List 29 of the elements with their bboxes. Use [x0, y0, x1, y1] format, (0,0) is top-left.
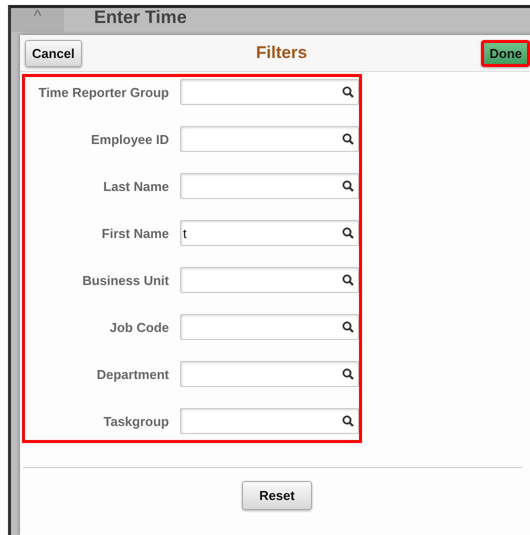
field-label: First Name: [100, 226, 169, 240]
search-icon[interactable]: [342, 321, 354, 333]
input-field[interactable]: t: [180, 220, 359, 246]
field-label: Job Code: [108, 320, 169, 334]
search-icon[interactable]: [342, 415, 354, 427]
reset-button[interactable]: Reset: [242, 481, 312, 510]
input-field[interactable]: [180, 267, 359, 293]
search-icon[interactable]: [342, 180, 354, 192]
field-label: Employee ID: [90, 132, 169, 146]
field-label: Department: [96, 366, 169, 382]
dialog-title: Filters: [256, 43, 308, 63]
search-icon[interactable]: [342, 86, 354, 98]
field-label: Last Name: [102, 178, 169, 194]
input-field[interactable]: [180, 361, 359, 387]
input-field[interactable]: [180, 126, 359, 152]
field-label: Business Unit: [81, 272, 169, 288]
input-field[interactable]: [180, 314, 359, 340]
cancel-button[interactable]: Cancel: [25, 40, 82, 66]
input-field[interactable]: [180, 79, 359, 105]
field-label: Taskgroup: [102, 414, 169, 428]
search-icon[interactable]: [342, 227, 354, 239]
field-label: Time Reporter Group: [37, 84, 169, 100]
done-button[interactable]: Done: [481, 40, 530, 66]
search-icon[interactable]: [342, 133, 354, 145]
input-field[interactable]: [180, 408, 359, 434]
input-field[interactable]: [180, 173, 359, 199]
search-icon[interactable]: [342, 368, 354, 380]
page-title: Enter Time: [94, 7, 187, 27]
search-icon[interactable]: [342, 274, 354, 286]
